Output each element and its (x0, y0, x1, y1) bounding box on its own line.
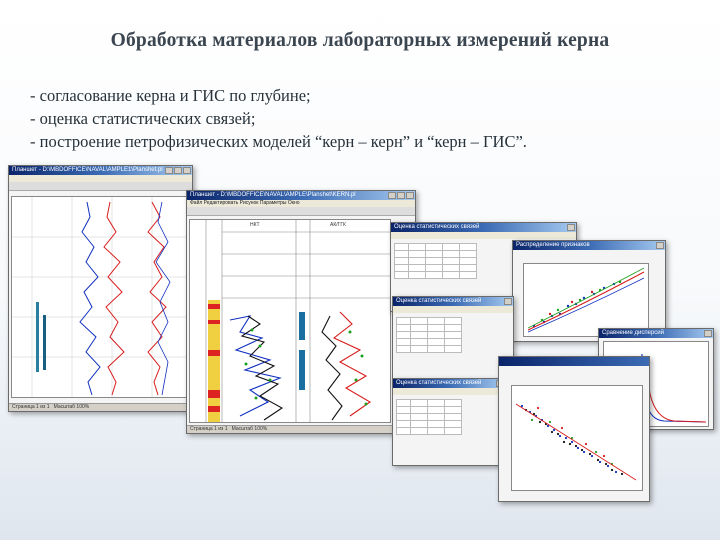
minimize-button[interactable] (388, 192, 396, 199)
trend-plot (523, 263, 649, 337)
window-titlebar[interactable]: Оценка статистических связей (391, 223, 576, 232)
minimize-button[interactable] (165, 167, 173, 174)
window-menubar[interactable]: Файл Редактировать Рисунок Параметры Окн… (187, 200, 415, 207)
close-button[interactable] (704, 330, 712, 337)
window-menubar[interactable] (393, 388, 505, 395)
log-curves (12, 197, 188, 397)
window-menubar[interactable] (9, 175, 192, 182)
window-titlebar[interactable]: Сравнение дисперсий (599, 329, 713, 338)
planshet-window-1[interactable]: Планшет - D:\MBDOFFICE\NAVAL\AMPLE1\Plan… (8, 165, 193, 412)
window-toolbar[interactable] (187, 207, 415, 216)
log-plot (11, 196, 189, 398)
correlation-table (395, 317, 463, 353)
window-titlebar[interactable]: Планшет - D:\MBDOFFICE\NAVAL\AMPLE\Plans… (187, 191, 415, 200)
slide-title: Обработка материалов лабораторных измере… (110, 30, 610, 51)
window-title: Сравнение дисперсий (602, 330, 664, 336)
window-title: Оценка статистических связей (396, 298, 482, 304)
window-menubar[interactable] (393, 306, 513, 313)
window-titlebar[interactable] (499, 357, 649, 366)
correlation-table (393, 243, 478, 279)
bullet-item: - оценка статистических связей; (30, 109, 256, 128)
bullet-list: - согласование керна и ГИС по глубине; -… (30, 84, 710, 153)
bullet-item: - построение петрофизических моделей “ке… (30, 132, 527, 151)
track-header-nkt: НКТ (250, 222, 260, 228)
crossplot-area (511, 385, 643, 491)
close-button[interactable] (656, 242, 664, 249)
window-menubar[interactable] (391, 232, 576, 239)
window-titlebar[interactable]: Планшет - D:\MBDOFFICE\NAVAL\AMPLE1\Plan… (9, 166, 192, 175)
trend-scatter (527, 267, 645, 333)
close-button[interactable] (183, 167, 191, 174)
crossplot-scatter (515, 403, 637, 481)
status-bar: Страница 1 из 1 Масштаб 100% (187, 425, 415, 433)
window-titlebar[interactable]: Оценка статистических связей (393, 297, 513, 306)
window-title: Оценка статистических связей (394, 224, 480, 230)
window-titlebar[interactable]: Распределение признаков (513, 241, 665, 250)
depth-track-curves (190, 220, 390, 422)
bullet-item: - согласование керна и ГИС по глубине; (30, 86, 311, 105)
stats-window-2[interactable]: Оценка статистических связей (392, 296, 514, 384)
maximize-button[interactable] (397, 192, 405, 199)
stats-window-3[interactable]: Оценка статистических связей (392, 378, 506, 466)
crossplot-window[interactable] (498, 356, 650, 502)
close-button[interactable] (504, 298, 512, 305)
window-toolbar[interactable] (9, 182, 192, 191)
correlation-table (395, 399, 463, 435)
maximize-button[interactable] (174, 167, 182, 174)
status-bar: Страница 1 из 1 Масштаб 100% (9, 403, 192, 411)
window-title: Планшет - D:\MBDOFFICE\NAVAL\AMPLE\Plans… (190, 192, 356, 198)
window-title: Распределение признаков (516, 242, 590, 248)
track-header-akggk: АК/ГГК (330, 222, 346, 228)
close-button[interactable] (406, 192, 414, 199)
depth-track-plot: НКТ АК/ГГК (189, 219, 391, 423)
window-title: Планшет - D:\MBDOFFICE\NAVAL\AMPLE1\Plan… (12, 167, 163, 173)
distribution-window[interactable]: Распределение признаков (512, 240, 666, 342)
window-title: Оценка статистических связей (396, 380, 482, 386)
window-titlebar[interactable]: Оценка статистических связей (393, 379, 505, 388)
planshet-window-2[interactable]: Планшет - D:\MBDOFFICE\NAVAL\AMPLE\Plans… (186, 190, 416, 434)
close-button[interactable] (567, 224, 575, 231)
